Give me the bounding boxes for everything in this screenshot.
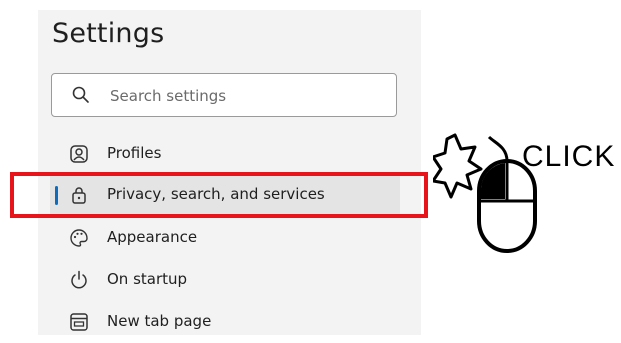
sidebar-item-label: On startup — [107, 270, 188, 288]
sidebar-item-label: Appearance — [107, 228, 198, 246]
power-icon — [71, 270, 87, 289]
click-label: CLICK — [522, 140, 616, 173]
palette-icon — [70, 229, 88, 247]
sidebar-item-new-tab-page[interactable]: New tab page — [50, 301, 400, 343]
sidebar-item-label: New tab page — [107, 312, 212, 330]
search-input[interactable] — [108, 83, 382, 109]
profile-icon — [70, 145, 88, 163]
new-tab-page-icon — [70, 313, 88, 331]
page-title: Settings — [52, 18, 165, 49]
sidebar-item-on-startup[interactable]: On startup — [50, 259, 400, 301]
search-icon — [72, 86, 89, 103]
sidebar-item-appearance[interactable]: Appearance — [50, 217, 400, 259]
highlight-box — [10, 172, 428, 218]
sidebar-item-profiles[interactable]: Profiles — [50, 133, 400, 175]
search-box[interactable] — [51, 73, 397, 117]
sidebar-item-label: Profiles — [107, 144, 162, 162]
